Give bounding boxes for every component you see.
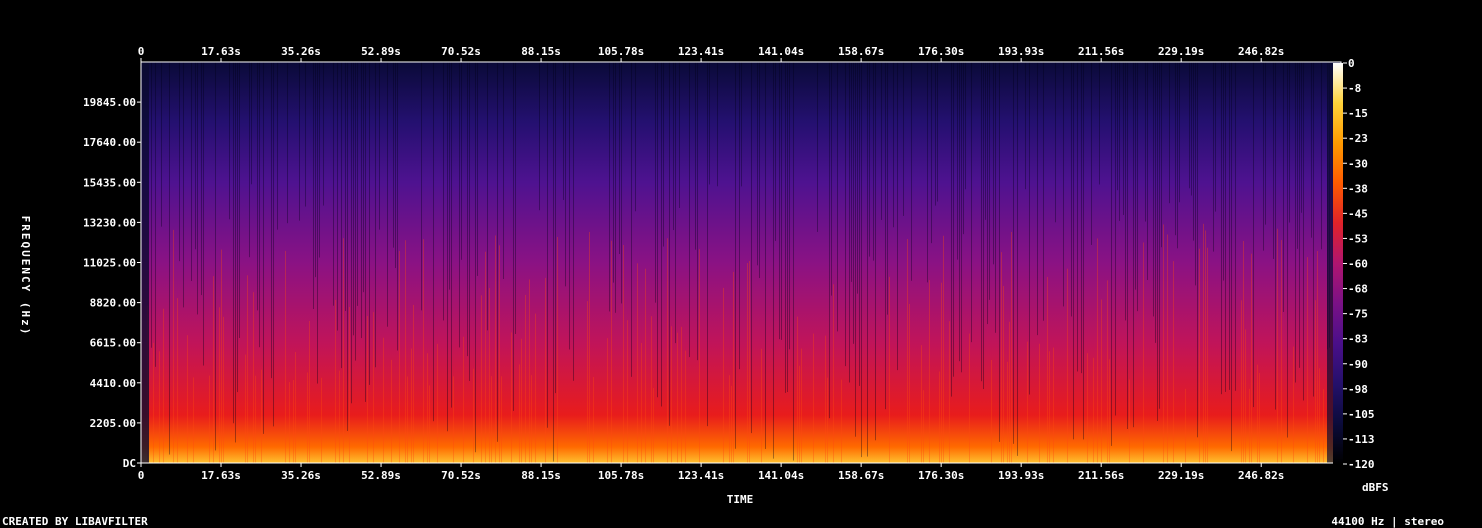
colorbar-tick-label: -68 (1348, 283, 1368, 296)
spectrogram-plot (140, 61, 1342, 464)
x-tick-label-bottom: 105.78s (598, 469, 644, 482)
x-tick-label-top: 52.89s (361, 45, 401, 58)
colorbar-tick-label: -90 (1348, 358, 1368, 371)
colorbar-tick-label: -8 (1348, 82, 1361, 95)
x-tick-label-top: 141.04s (758, 45, 804, 58)
colorbar: 0 -8 -15 -23 -30 -38 -45 -53 -60 -68 -75 -83 -90 -98 -… (1333, 57, 1375, 471)
x-tick-label-bottom: 35.26s (281, 469, 321, 482)
x-tick-label-bottom: 176.30s (918, 469, 964, 482)
y-tick-label: 8820.00 (90, 297, 136, 310)
x-axis-top: 0 17.63s 35.26s 52.89s 70.52s 88.15s 105.78s 12… (138, 45, 1284, 62)
x-tick-label-bottom: 246.82s (1238, 469, 1284, 482)
colorbar-tick-label: -105 (1348, 408, 1375, 421)
x-tick-label-top: 0 (138, 45, 145, 58)
x-tick-label-bottom: 158.67s (838, 469, 884, 482)
x-tick-label-bottom: 141.04s (758, 469, 804, 482)
colorbar-tick-label: -60 (1348, 258, 1368, 271)
colorbar-gradient (1333, 63, 1343, 464)
x-tick-label-bottom: 17.63s (201, 469, 241, 482)
x-tick-label-top: 35.26s (281, 45, 321, 58)
x-axis-title: TIME (727, 493, 754, 506)
y-tick-label: 15435.00 (83, 176, 136, 189)
x-tick-label-top: 229.19s (1158, 45, 1204, 58)
colorbar-tick-label: -75 (1348, 308, 1368, 321)
colorbar-tick-label: -23 (1348, 132, 1368, 145)
x-tick-label-top: 158.67s (838, 45, 884, 58)
spectrogram-chart: 0 17.63s 35.26s 52.89s 70.52s 88.15s 105.78s 12… (19, 45, 1389, 506)
colorbar-tick-label: -120 (1348, 458, 1375, 471)
x-tick-label-top: 17.63s (201, 45, 241, 58)
x-tick-label-top: 176.30s (918, 45, 964, 58)
y-tick-label: 6615.00 (90, 337, 136, 350)
x-tick-label-top: 246.82s (1238, 45, 1284, 58)
x-tick-label-bottom: 70.52s (441, 469, 481, 482)
sample-rate-label: 44100 Hz | stereo (1331, 515, 1444, 528)
y-tick-label: 11025.00 (83, 257, 136, 270)
x-tick-label-bottom: 193.93s (998, 469, 1044, 482)
x-tick-label-top: 193.93s (998, 45, 1044, 58)
x-tick-label-bottom: 229.19s (1158, 469, 1204, 482)
creator-label: CREATED BY LIBAVFILTER (2, 515, 148, 528)
y-tick-label: 17640.00 (83, 136, 136, 149)
x-axis-bottom: 0 17.63s 35.26s 52.89s 70.52s 88.15s 105.78s 12… (138, 463, 1284, 482)
y-axis: DC 2205.00 4410.00 6615.00 8820.00 11025.00 13… (83, 96, 141, 470)
y-tick-label: 13230.00 (83, 216, 136, 229)
x-tick-label-top: 88.15s (521, 45, 561, 58)
x-tick-label-bottom: 123.41s (678, 469, 724, 482)
y-tick-label: DC (123, 457, 136, 470)
colorbar-tick-label: -38 (1348, 182, 1368, 195)
x-tick-label-bottom: 0 (138, 469, 145, 482)
colorbar-tick-label: -45 (1348, 207, 1368, 220)
colorbar-tick-label: -53 (1348, 232, 1368, 245)
x-tick-label-bottom: 88.15s (521, 469, 561, 482)
colorbar-label: dBFS (1362, 481, 1389, 494)
x-tick-label-bottom: 211.56s (1078, 469, 1124, 482)
y-tick-label: 19845.00 (83, 96, 136, 109)
x-tick-label-top: 211.56s (1078, 45, 1124, 58)
colorbar-tick-label: 0 (1348, 57, 1355, 70)
y-axis-title: FREQUENCY (Hz) (19, 216, 32, 337)
y-tick-label: 2205.00 (90, 417, 136, 430)
colorbar-tick-label: -15 (1348, 107, 1368, 120)
x-tick-label-top: 105.78s (598, 45, 644, 58)
x-tick-label-bottom: 52.89s (361, 469, 401, 482)
colorbar-tick-label: -98 (1348, 383, 1368, 396)
y-tick-label: 4410.00 (90, 377, 136, 390)
colorbar-tick-label: -83 (1348, 333, 1368, 346)
x-tick-label-top: 123.41s (678, 45, 724, 58)
x-tick-label-top: 70.52s (441, 45, 481, 58)
colorbar-tick-label: -113 (1348, 433, 1375, 446)
colorbar-tick-label: -30 (1348, 157, 1368, 170)
